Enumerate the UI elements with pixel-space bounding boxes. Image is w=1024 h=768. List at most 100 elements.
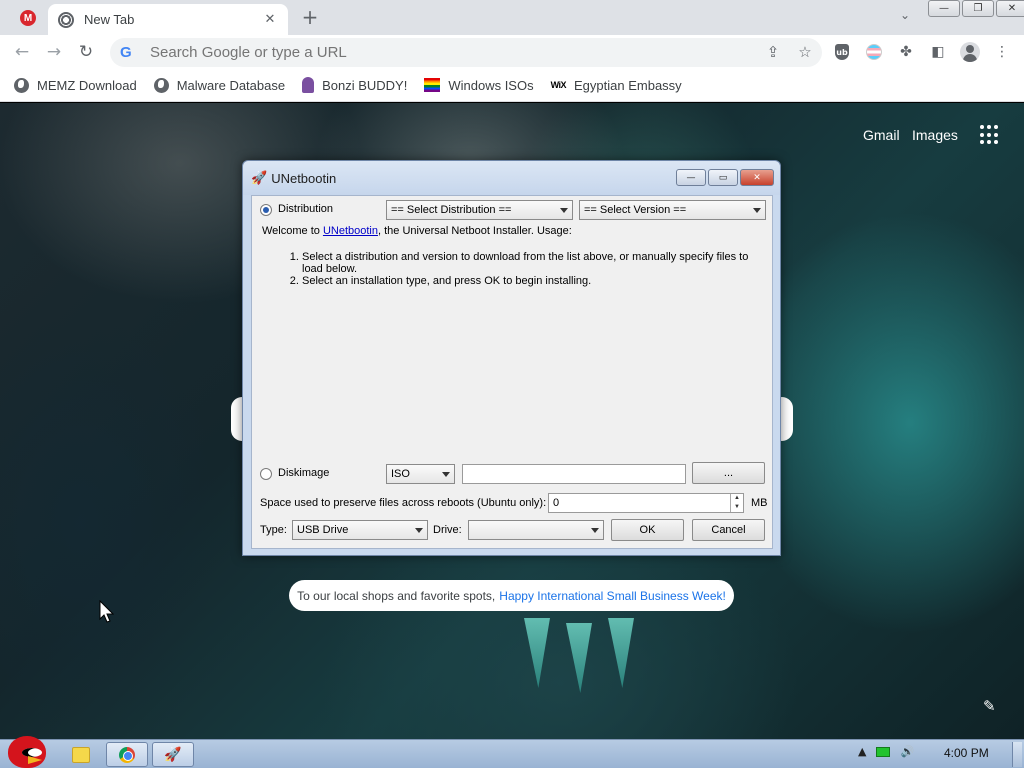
dialog-title: UNetbootin <box>271 170 337 186</box>
avatar <box>960 42 980 62</box>
spin-down-icon[interactable]: ▼ <box>731 503 743 512</box>
notice-text: To our local shops and favorite spots, <box>297 588 496 603</box>
diskimage-type-select[interactable]: ISO <box>386 464 455 484</box>
distribution-select-value: == Select Distribution == <box>391 204 512 216</box>
taskbar-unetbootin[interactable]: 🚀 <box>152 742 194 767</box>
power-icon[interactable] <box>876 746 891 757</box>
cancel-button[interactable]: Cancel <box>692 519 765 541</box>
reload-button[interactable]: ↻ <box>74 40 98 64</box>
unetbootin-window: 🚀 UNetbootin — ▭ ✕ Distribution == Selec… <box>242 160 781 556</box>
share-icon[interactable]: ⇪ <box>764 42 782 62</box>
tray-expand-icon[interactable]: ▲ <box>858 745 866 758</box>
pinned-tab-mega[interactable]: M <box>10 6 46 30</box>
drive-select[interactable] <box>468 520 604 540</box>
ok-button[interactable]: OK <box>611 519 684 541</box>
welcome-suffix: , the Universal Netboot Installer. Usage… <box>377 225 572 237</box>
bookmark-bonzi[interactable]: Bonzi BUDDY! <box>302 77 407 93</box>
tab-strip: M New Tab ✕ + ⌄ — ❐ ✕ <box>0 0 1024 35</box>
drive-label: Drive: <box>433 524 462 536</box>
persistence-size-input[interactable]: 0 <box>548 493 744 513</box>
google-g-icon: G <box>120 44 132 61</box>
globe-icon <box>153 77 169 93</box>
restore-window-button[interactable]: ❐ <box>962 0 994 17</box>
mouse-cursor-icon <box>99 600 115 623</box>
dialog-close-button[interactable]: ✕ <box>740 169 774 186</box>
diskimage-radio[interactable] <box>260 468 272 480</box>
persistence-label: Space used to preserve files across rebo… <box>260 497 547 509</box>
chevron-down-icon <box>415 528 423 533</box>
version-select-value: == Select Version == <box>584 204 687 216</box>
persistence-size-value: 0 <box>553 497 560 509</box>
welcome-prefix: Welcome to <box>262 225 323 237</box>
taskbar-clock[interactable]: 4:00 PM <box>944 746 989 760</box>
bookmark-windows-isos[interactable]: Windows ISOs <box>424 77 534 93</box>
chevron-down-icon <box>560 208 568 213</box>
bookmark-memz[interactable]: MEMZ Download <box>14 77 137 93</box>
start-button[interactable] <box>6 732 48 768</box>
ublock-extension[interactable]: ub <box>830 40 854 64</box>
volume-icon[interactable]: 🔊 <box>900 745 914 758</box>
persistence-unit: MB <box>751 497 768 509</box>
trans-flag-icon <box>866 44 882 60</box>
extensions-area: ub ✤ ◧ ⋮ <box>830 40 1014 64</box>
wix-icon: WiX <box>550 80 567 90</box>
folder-icon <box>72 746 90 763</box>
dialog-maximize-button[interactable]: ▭ <box>708 169 738 186</box>
bookmark-malware-database[interactable]: Malware Database <box>153 77 286 93</box>
taskbar-explorer[interactable] <box>62 742 100 767</box>
dialog-body: Distribution == Select Distribution == =… <box>251 195 773 549</box>
menu-kebab-icon[interactable]: ⋮ <box>990 40 1014 64</box>
diskimage-path-input[interactable] <box>462 464 686 484</box>
distribution-label: Distribution <box>278 203 334 215</box>
background-image-detail <box>524 618 550 688</box>
new-tab-button[interactable]: + <box>298 6 322 30</box>
trans-flag-extension[interactable] <box>862 40 886 64</box>
dialog-titlebar[interactable]: 🚀 UNetbootin — ▭ ✕ <box>243 161 780 195</box>
customize-pencil-icon[interactable]: ✎ <box>983 697 996 715</box>
tab-search-chevron-icon[interactable]: ⌄ <box>894 8 916 28</box>
bookmark-label: Malware Database <box>176 77 286 93</box>
browse-button[interactable]: ... <box>692 462 765 484</box>
bookmark-egyptian-embassy[interactable]: WiX Egyptian Embassy <box>551 78 682 93</box>
persistence-spinner[interactable]: ▲ ▼ <box>730 494 743 512</box>
type-label: Type: <box>260 524 287 536</box>
taskbar-chrome[interactable] <box>106 742 148 767</box>
address-input[interactable] <box>150 44 740 61</box>
profile-button[interactable] <box>958 40 982 64</box>
bookmark-label: Windows ISOs <box>448 77 534 93</box>
close-tab-icon[interactable]: ✕ <box>262 12 278 27</box>
diskimage-type-value: ISO <box>391 468 410 480</box>
taskbar: 🚀 ▲ 🔊 4:00 PM <box>0 736 1024 768</box>
omnibox[interactable]: G ⇪ ☆ <box>110 38 822 67</box>
forward-button[interactable]: → <box>42 40 66 64</box>
type-select[interactable]: USB Drive <box>292 520 428 540</box>
doodle-notice: To our local shops and favorite spots, H… <box>289 580 734 611</box>
minimize-window-button[interactable]: — <box>928 0 960 17</box>
spin-up-icon[interactable]: ▲ <box>731 494 743 503</box>
ublock-icon: ub <box>835 44 849 60</box>
unetbootin-link[interactable]: UNetbootin <box>323 225 378 237</box>
gmail-link[interactable]: Gmail <box>863 127 900 143</box>
chevron-down-icon <box>591 528 599 533</box>
show-desktop-button[interactable] <box>1012 742 1022 767</box>
rainbow-flag-icon <box>424 78 441 92</box>
bookmark-star-icon[interactable]: ☆ <box>796 42 814 62</box>
version-select[interactable]: == Select Version == <box>579 200 766 220</box>
chevron-down-icon <box>753 208 761 213</box>
tab-title: New Tab <box>84 12 135 27</box>
notice-link[interactable]: Happy International Small Business Week! <box>499 589 726 603</box>
tab-new-tab[interactable]: New Tab ✕ <box>48 4 288 35</box>
dialog-minimize-button[interactable]: — <box>676 169 706 186</box>
side-panel-icon[interactable]: ◧ <box>926 40 950 64</box>
distribution-select[interactable]: == Select Distribution == <box>386 200 573 220</box>
window-controls: — ❐ ✕ <box>928 0 1024 17</box>
bookmark-label: Egyptian Embassy <box>574 77 682 93</box>
background-image-detail <box>608 618 634 688</box>
distribution-radio[interactable] <box>260 204 272 216</box>
close-window-button[interactable]: ✕ <box>996 0 1024 17</box>
extensions-puzzle-icon[interactable]: ✤ <box>894 40 918 64</box>
google-apps-icon[interactable] <box>980 125 1000 145</box>
images-link[interactable]: Images <box>912 127 958 143</box>
system-tray: ▲ 🔊 <box>858 745 914 758</box>
back-button[interactable]: ← <box>10 40 34 64</box>
